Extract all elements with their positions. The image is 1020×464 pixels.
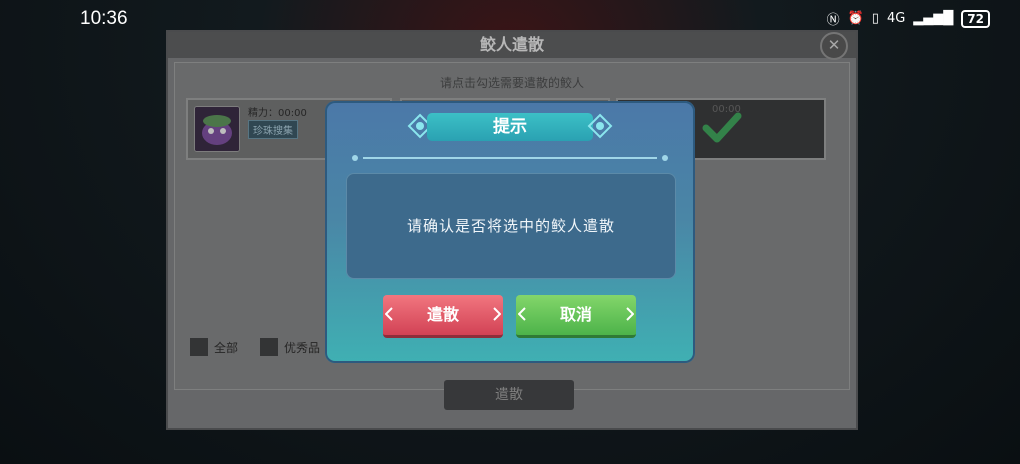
alarm-icon: ⏰: [847, 11, 864, 26]
ornament-right-icon: [587, 113, 613, 139]
status-time: 10:36: [80, 8, 128, 29]
chevron-left-icon: [518, 307, 526, 321]
network-label: 4G: [886, 11, 906, 26]
confirm-dismiss-button[interactable]: 遣散: [383, 295, 503, 338]
cancel-button[interactable]: 取消: [516, 295, 636, 338]
cancel-label: 取消: [559, 305, 592, 324]
chevron-right-icon: [626, 307, 634, 321]
dialog-title: 提示: [427, 113, 593, 141]
signal-icon: ▂▄▆█: [913, 11, 954, 26]
divider: [352, 155, 668, 161]
chevron-left-icon: [385, 307, 393, 321]
confirm-dismiss-label: 遣散: [426, 305, 459, 324]
confirm-dialog: 提示 请确认是否将选中的鲛人遣散 遣散 取消: [325, 101, 695, 363]
vibrate-icon: ▯: [871, 11, 879, 26]
dialog-message: 请确认是否将选中的鲛人遣散: [346, 173, 676, 279]
nfc-icon: Ⓝ: [826, 13, 840, 28]
battery-icon: 72: [961, 9, 990, 28]
chevron-right-icon: [493, 307, 501, 321]
status-icons: Ⓝ ⏰ ▯ 4G ▂▄▆█ 72: [827, 9, 990, 28]
